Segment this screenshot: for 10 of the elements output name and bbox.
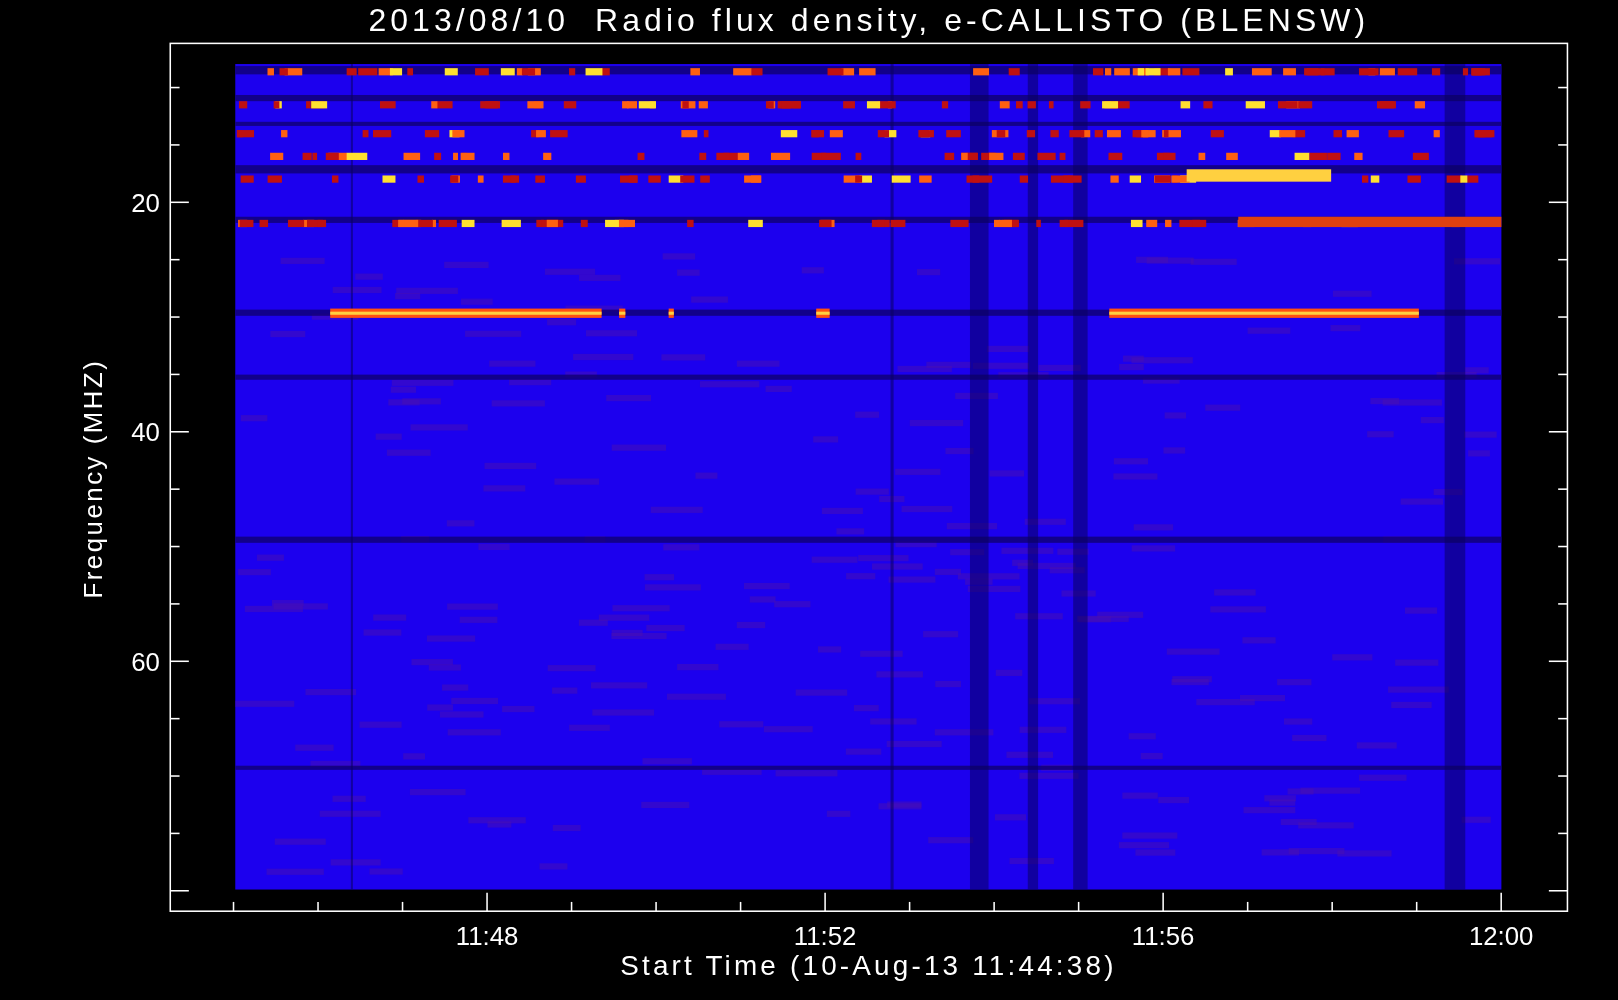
chart-title: 2013/08/10 Radio flux density, e-CALLISTO (BLENSW) bbox=[368, 2, 1366, 38]
x-axis-label: Start Time (10-Aug-13 11:44:38) bbox=[620, 950, 1114, 982]
y-tick-label: 60 bbox=[131, 647, 160, 676]
y-axis-label: Frequency (MHZ) bbox=[79, 361, 108, 599]
y-tick-label: 40 bbox=[131, 418, 160, 447]
x-tick-label: 11:56 bbox=[1131, 922, 1195, 951]
y-tick-label: 20 bbox=[131, 188, 160, 217]
x-tick-label: 11:48 bbox=[455, 922, 519, 951]
x-tick-label: 12:00 bbox=[1468, 922, 1534, 951]
x-tick-label: 11:52 bbox=[793, 922, 857, 951]
